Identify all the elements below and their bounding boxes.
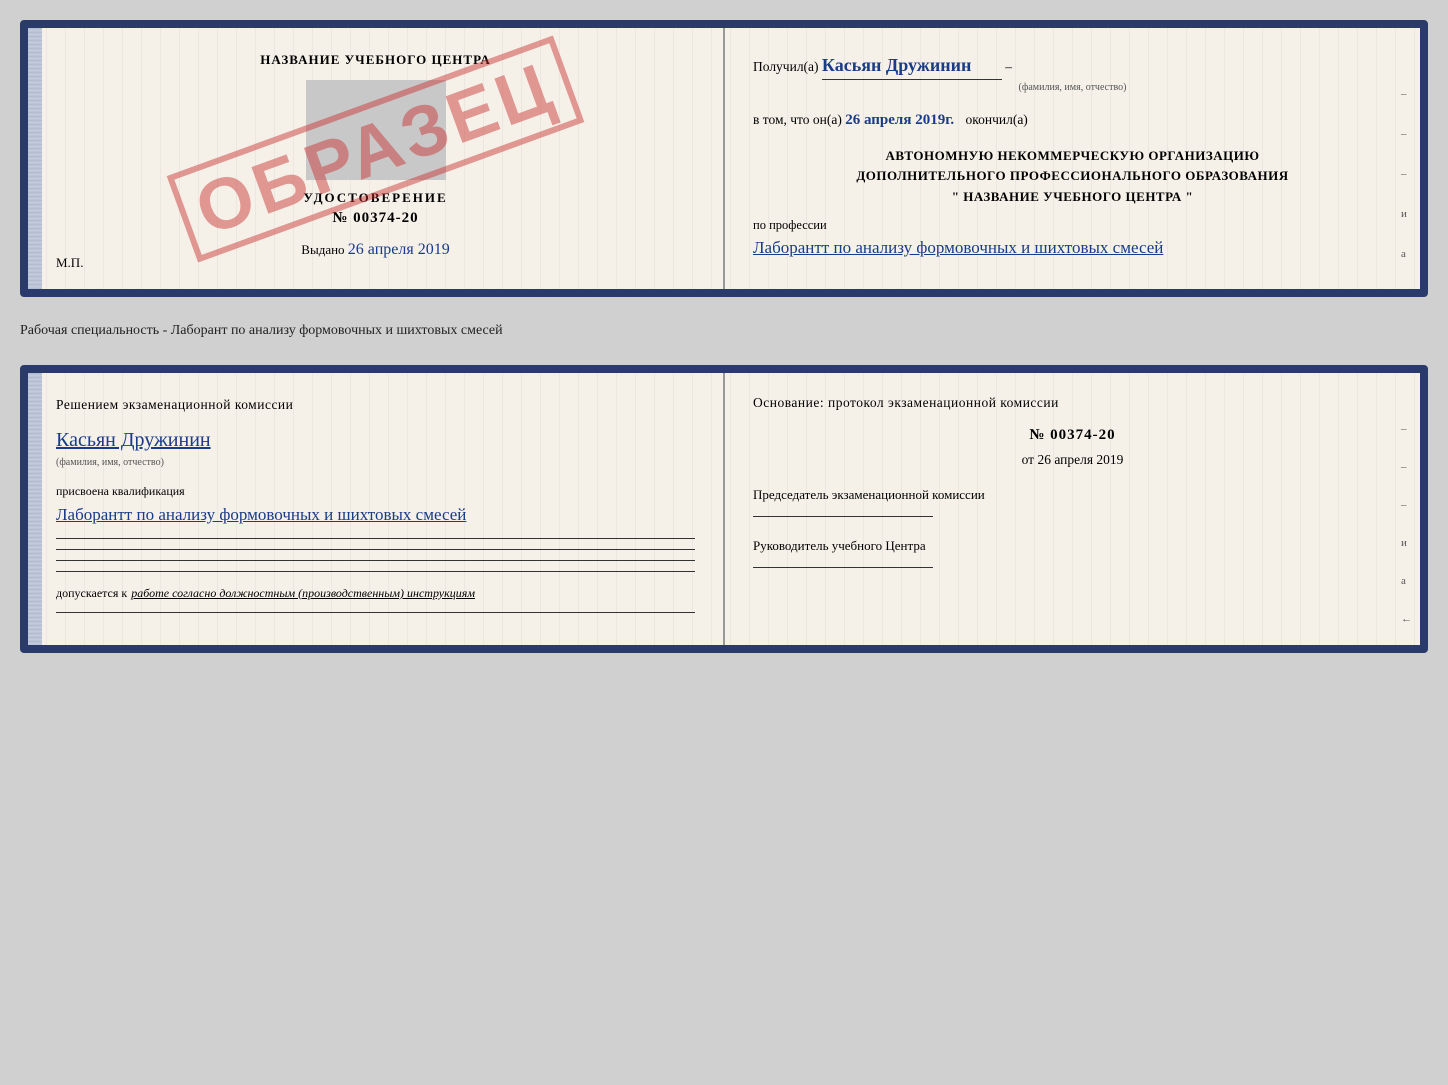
b-dash-5: а	[1401, 575, 1412, 587]
b-dash-3: –	[1401, 499, 1412, 511]
received-name: Касьян Дружинин	[822, 52, 1002, 80]
top-left-panel: НАЗВАНИЕ УЧЕБНОГО ЦЕНТРА УДОСТОВЕРЕНИЕ №…	[28, 28, 725, 289]
date-prefix: от	[1022, 452, 1034, 467]
org-line1: АВТОНОМНУЮ НЕКОММЕРЧЕСКУЮ ОРГАНИЗАЦИЮ	[753, 146, 1392, 167]
cert-school-name: НАЗВАНИЕ УЧЕБНОГО ЦЕНТРА	[56, 52, 695, 68]
in-that-line: в том, что он(а) 26 апреля 2019г. окончи…	[753, 109, 1392, 132]
bottom-name-line: Касьян Дружинин (фамилия, имя, отчество)	[56, 429, 695, 470]
dash-4: и	[1401, 208, 1412, 220]
director-block: Руководитель учебного Центра	[753, 537, 1392, 568]
bottom-qual-label: присвоена квалификация	[56, 484, 695, 499]
b-dash-7: –	[1401, 651, 1412, 653]
org-block: АВТОНОМНУЮ НЕКОММЕРЧЕСКУЮ ОРГАНИЗАЦИЮ ДО…	[753, 146, 1392, 208]
bottom-right-dashes: – – – и а ← – –	[1401, 423, 1412, 653]
hr-line-4	[56, 571, 695, 572]
page-wrapper: НАЗВАНИЕ УЧЕБНОГО ЦЕНТРА УДОСТОВЕРЕНИЕ №…	[20, 20, 1428, 653]
dash-5: а	[1401, 248, 1412, 260]
protocol-number: № 00374-20	[753, 427, 1392, 444]
director-signature-line	[753, 567, 933, 568]
dash-after-name: –	[1005, 59, 1012, 74]
cert-issued-date: 26 апреля 2019	[348, 241, 450, 258]
middle-text: Рабочая специальность - Лаборант по анал…	[20, 315, 1428, 347]
hr-line-5	[56, 612, 695, 613]
dash-2: –	[1401, 128, 1412, 140]
dash-6: ←	[1401, 288, 1412, 297]
protocol-date: от 26 апреля 2019	[753, 452, 1392, 468]
chairman-block: Председатель экзаменационной комиссии	[753, 486, 1392, 517]
chairman-title: Председатель экзаменационной комиссии	[753, 486, 1392, 504]
director-title: Руководитель учебного Центра	[753, 537, 1392, 555]
bottom-qual-text: Лаборантт по анализу формовочных и шихто…	[56, 502, 695, 528]
fio-caption: (фамилия, имя, отчество)	[753, 80, 1392, 95]
cert-photo-placeholder	[306, 80, 446, 180]
org-line2: ДОПОЛНИТЕЛЬНОГО ПРОФЕССИОНАЛЬНОГО ОБРАЗО…	[753, 166, 1392, 187]
chairman-signature-line	[753, 516, 933, 517]
received-line: Получил(а) Касьян Дружинин – (фамилия, и…	[753, 52, 1392, 95]
hr-line-1	[56, 538, 695, 539]
bottom-name: Касьян Дружинин	[56, 429, 695, 452]
b-dash-6: ←	[1401, 613, 1412, 625]
org-name: " НАЗВАНИЕ УЧЕБНОГО ЦЕНТРА "	[753, 187, 1392, 208]
b-dash-2: –	[1401, 461, 1412, 473]
bottom-right-panel: Основание: протокол экзаменационной коми…	[725, 373, 1420, 645]
decision-title: Решением экзаменационной комиссии	[56, 395, 695, 415]
dopusk-label: допускается к	[56, 586, 127, 600]
dopusk-text: работе согласно должностным (производств…	[131, 586, 475, 600]
hr-line-3	[56, 560, 695, 561]
cert-mp: М.П.	[56, 255, 83, 271]
bottom-fio-caption: (фамилия, имя, отчество)	[56, 457, 164, 468]
b-dash-1: –	[1401, 423, 1412, 435]
completed-date: 26 апреля 2019г.	[845, 112, 954, 128]
dopusk-block: допускается к работе согласно должностны…	[56, 584, 695, 602]
cert-issued-label: Выдано	[301, 242, 344, 257]
profession-label: по профессии	[753, 218, 1392, 233]
cert-number: № 00374-20	[56, 210, 695, 227]
date-value: 26 апреля 2019	[1037, 452, 1123, 467]
received-label: Получил(а)	[753, 59, 819, 74]
cert-issued: Выдано 26 апреля 2019	[56, 241, 695, 259]
bottom-document-card: Решением экзаменационной комиссии Касьян…	[20, 365, 1428, 653]
profession-text: Лаборантт по анализу формовочных и шихто…	[753, 235, 1392, 261]
osnov-title: Основание: протокол экзаменационной коми…	[753, 395, 1392, 411]
top-right-panel: Получил(а) Касьян Дружинин – (фамилия, и…	[725, 28, 1420, 289]
top-document-card: НАЗВАНИЕ УЧЕБНОГО ЦЕНТРА УДОСТОВЕРЕНИЕ №…	[20, 20, 1428, 297]
b-dash-4: и	[1401, 537, 1412, 549]
in-that-label: в том, что он(а)	[753, 112, 842, 127]
dash-1: –	[1401, 88, 1412, 100]
right-dashes: – – – и а ← – –	[1401, 88, 1412, 297]
hr-line-2	[56, 549, 695, 550]
bottom-left-panel: Решением экзаменационной комиссии Касьян…	[28, 373, 725, 645]
completed-label: окончил(а)	[965, 112, 1027, 127]
dash-3: –	[1401, 168, 1412, 180]
cert-label: УДОСТОВЕРЕНИЕ	[56, 190, 695, 206]
